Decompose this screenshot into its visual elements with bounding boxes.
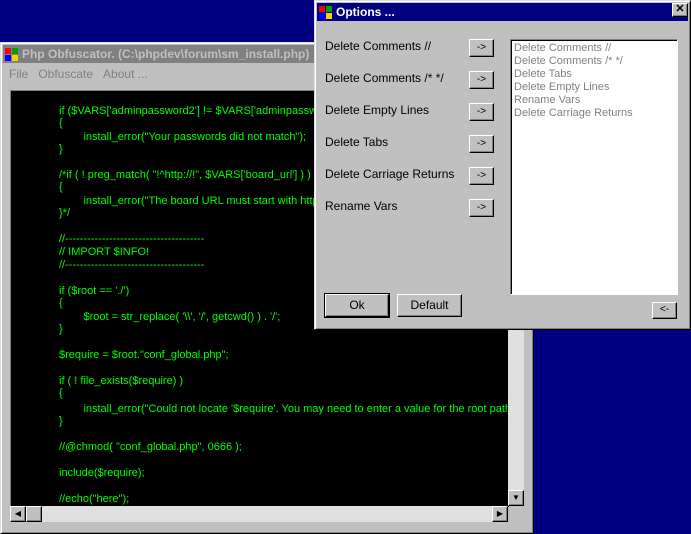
- code-line: include($require);: [59, 467, 145, 479]
- list-item[interactable]: Rename Vars: [511, 94, 677, 107]
- code-line: install_error("Your passwords did not ma…: [59, 131, 307, 143]
- code-line: //echo("here");: [59, 493, 130, 505]
- add-rename-vars-button[interactable]: ->: [469, 199, 494, 217]
- app-icon: [319, 5, 332, 19]
- selected-options-list[interactable]: Delete Comments // Delete Comments /* */…: [510, 39, 678, 295]
- ok-button[interactable]: Ok: [324, 293, 390, 318]
- menu-about[interactable]: About ...: [99, 67, 152, 81]
- option-label-delete-tabs: Delete Tabs: [325, 135, 389, 149]
- code-line: {: [59, 297, 63, 309]
- code-line: {: [59, 387, 63, 399]
- list-item[interactable]: Delete Empty Lines: [511, 81, 677, 94]
- code-line: if ($VARS['adminpassword2'] != $VARS['ad…: [59, 105, 342, 117]
- code-line: $root = str_replace( '\\', '/', getcwd()…: [59, 311, 281, 323]
- options-window: Options ... ✕ Delete Comments // -> Dele…: [314, 0, 691, 330]
- code-line: install_error("The board URL must start …: [59, 195, 339, 207]
- option-label-rename-vars: Rename Vars: [325, 199, 398, 213]
- code-line: }: [59, 415, 63, 427]
- code-line: //--------------------------------------: [59, 233, 205, 245]
- horizontal-scroll-thumb[interactable]: [26, 506, 42, 522]
- code-line: $require = $root."conf_global.php";: [59, 349, 229, 361]
- add-delete-carriage-returns-button[interactable]: ->: [469, 167, 494, 185]
- list-item[interactable]: Delete Carriage Returns: [511, 107, 677, 120]
- list-item[interactable]: Delete Comments /* */: [511, 55, 677, 68]
- options-title-bar[interactable]: Options ...: [317, 3, 688, 21]
- menu-obfuscate[interactable]: Obfuscate: [34, 67, 97, 81]
- code-line: if ( ! file_exists($require) ): [59, 375, 184, 387]
- option-label-delete-carriage-returns: Delete Carriage Returns: [325, 167, 455, 181]
- add-delete-empty-lines-button[interactable]: ->: [469, 103, 494, 121]
- menu-file[interactable]: File: [5, 67, 32, 81]
- list-item[interactable]: Delete Comments //: [511, 42, 677, 55]
- app-icon: [5, 47, 18, 61]
- options-window-title: Options ...: [336, 5, 395, 19]
- list-item[interactable]: Delete Tabs: [511, 68, 677, 81]
- code-line: {: [59, 117, 63, 129]
- close-icon[interactable]: ✕: [672, 3, 688, 17]
- code-line: /*if ( ! preg_match( "!^http://!", $VARS…: [59, 169, 311, 181]
- code-line: //--------------------------------------: [59, 259, 205, 271]
- option-label-delete-comments-slash: Delete Comments //: [325, 39, 432, 53]
- scroll-right-icon[interactable]: ▶: [492, 506, 508, 522]
- code-line: }*/: [59, 207, 71, 219]
- code-line: //@chmod( "conf_global.php", 0666 );: [59, 441, 242, 453]
- add-delete-comments-slash-button[interactable]: ->: [469, 39, 494, 57]
- scroll-left-icon[interactable]: ◀: [10, 506, 26, 522]
- horizontal-scrollbar[interactable]: ◀ ▶: [10, 506, 508, 522]
- remove-option-button[interactable]: <-: [652, 302, 677, 319]
- code-line: }: [59, 323, 63, 335]
- default-button[interactable]: Default: [397, 294, 462, 317]
- code-line: }: [59, 143, 63, 155]
- add-delete-tabs-button[interactable]: ->: [469, 135, 494, 153]
- code-line: // IMPORT $INFO!: [59, 246, 150, 258]
- code-line: install_error("Could not locate '$requir…: [59, 403, 509, 415]
- option-label-delete-comments-block: Delete Comments /* */: [325, 71, 444, 85]
- code-line: if ($root == './'): [59, 285, 130, 297]
- scroll-down-icon[interactable]: ▼: [508, 490, 524, 506]
- add-delete-comments-block-button[interactable]: ->: [469, 71, 494, 89]
- ok-button-label: Ok: [349, 298, 365, 312]
- option-label-delete-empty-lines: Delete Empty Lines: [325, 103, 430, 117]
- main-window-title: Php Obfuscator. (C:\phpdev\forum\sm_inst…: [22, 47, 310, 61]
- code-line: {: [59, 181, 63, 193]
